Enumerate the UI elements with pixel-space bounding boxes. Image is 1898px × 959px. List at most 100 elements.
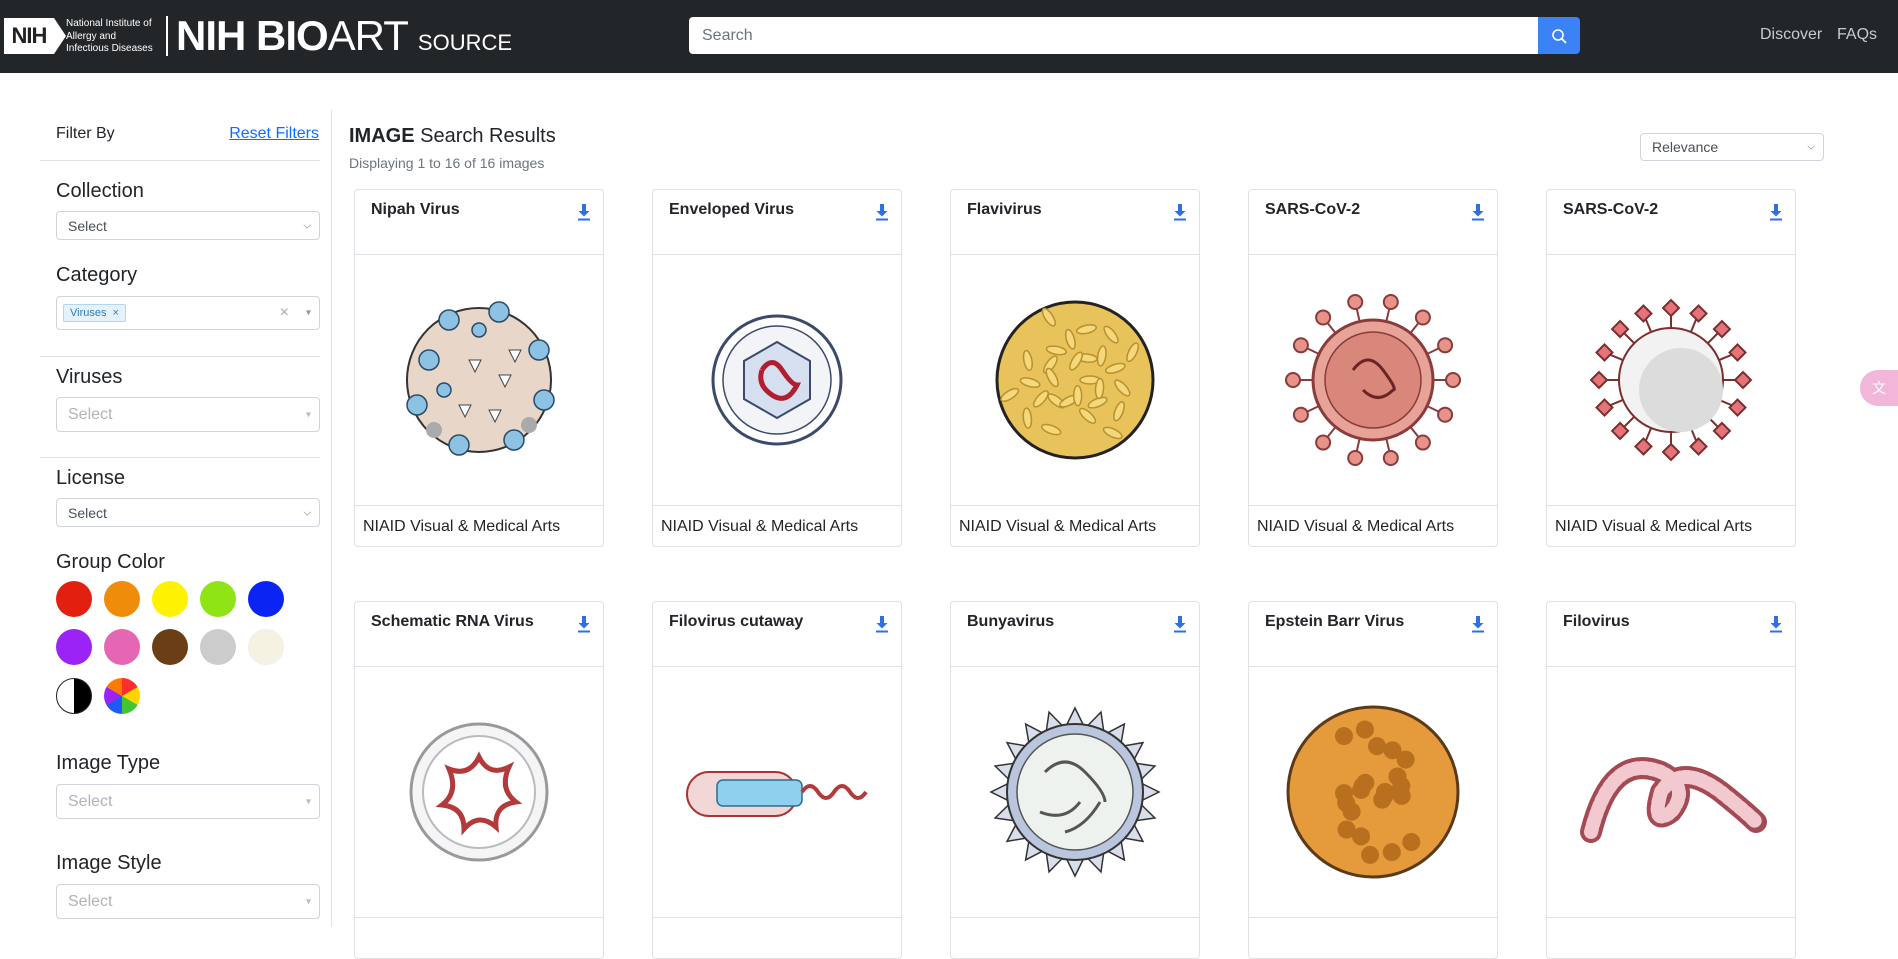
chip-label: Viruses — [70, 307, 107, 319]
color-swatch[interactable] — [104, 629, 140, 665]
search-input[interactable] — [689, 17, 1539, 54]
clear-icon[interactable]: × — [280, 304, 289, 322]
color-swatch[interactable] — [56, 629, 92, 665]
nipah-virus-icon[interactable] — [355, 255, 603, 505]
license-label: License — [56, 467, 125, 489]
result-card[interactable]: Bunyavirus — [950, 601, 1200, 959]
result-card[interactable]: Flavivirus NIAID Visual & Medical Arts — [950, 189, 1200, 547]
epstein-barr-virus-icon[interactable] — [1249, 667, 1497, 917]
card-credit: NIAID Visual & Medical Arts — [1547, 505, 1795, 546]
chip-remove-icon[interactable]: × — [112, 307, 118, 319]
nih-logo[interactable]: NIH — [4, 18, 66, 54]
niaid-name: National Institute of Allergy and Infect… — [66, 18, 166, 56]
card-title[interactable]: SARS-CoV-2 — [1563, 201, 1658, 219]
color-swatch[interactable] — [56, 581, 92, 617]
flavivirus-icon[interactable] — [951, 255, 1199, 505]
sars-cov-2-cutaway-icon[interactable] — [1249, 255, 1497, 505]
card-title[interactable]: Schematic RNA Virus — [371, 613, 534, 631]
card-credit — [1547, 917, 1795, 958]
search-button[interactable] — [1538, 17, 1580, 54]
color-swatch[interactable] — [200, 629, 236, 665]
multicolor-swatch[interactable] — [104, 678, 140, 714]
result-card[interactable]: Nipah Virus NIAID Visual & Medical Arts — [354, 189, 604, 547]
sars-cov-2-icon[interactable] — [1547, 255, 1795, 505]
color-swatch[interactable] — [152, 629, 188, 665]
download-button[interactable] — [1769, 615, 1783, 638]
color-swatch[interactable] — [248, 581, 284, 617]
sort-select[interactable]: Relevance ⌵ — [1640, 133, 1824, 161]
card-title[interactable]: Filovirus cutaway — [669, 613, 803, 631]
result-card[interactable]: Filovirus cutaway — [652, 601, 902, 959]
rna-virus-icon[interactable] — [355, 667, 603, 917]
download-icon — [1770, 616, 1782, 633]
image-style-select[interactable]: Select ▾ — [56, 884, 320, 919]
result-card[interactable]: Enveloped Virus NIAID Visual & Medical A… — [652, 189, 902, 547]
reset-filters-link[interactable]: Reset Filters — [229, 125, 319, 143]
nav-faqs[interactable]: FAQs — [1837, 26, 1877, 44]
color-swatch[interactable] — [248, 629, 284, 665]
card-credit — [653, 917, 901, 958]
result-card[interactable]: Filovirus — [1546, 601, 1796, 959]
download-button[interactable] — [1471, 203, 1485, 226]
download-button[interactable] — [1769, 203, 1783, 226]
translate-icon: 文 — [1872, 381, 1886, 397]
download-icon — [1472, 616, 1484, 633]
viruses-select[interactable]: Select ▾ — [56, 397, 320, 432]
collection-select[interactable]: Select ⌵ — [56, 211, 320, 240]
bioart-logo[interactable]: NIH BIOART SOURCE — [176, 12, 512, 60]
download-button[interactable] — [1173, 615, 1187, 638]
filovirus-cutaway-icon[interactable] — [653, 667, 901, 917]
divider — [40, 356, 320, 357]
category-select[interactable]: Viruses × × ▾ — [56, 296, 320, 330]
color-swatch[interactable] — [104, 581, 140, 617]
result-card[interactable]: Schematic RNA Virus — [354, 601, 604, 959]
chevron-down-icon[interactable]: ▾ — [306, 308, 311, 319]
color-swatch[interactable] — [152, 581, 188, 617]
license-value: Select — [68, 504, 107, 521]
card-title[interactable]: Nipah Virus — [371, 201, 460, 219]
card-title[interactable]: Bunyavirus — [967, 613, 1054, 631]
card-credit: NIAID Visual & Medical Arts — [653, 505, 901, 546]
black-white-swatch[interactable] — [56, 678, 92, 714]
results-title-bold: IMAGE — [349, 125, 415, 147]
download-icon — [578, 616, 590, 633]
color-swatch[interactable] — [200, 581, 236, 617]
filovirus-icon[interactable] — [1547, 667, 1795, 917]
card-title[interactable]: Epstein Barr Virus — [1265, 613, 1404, 631]
download-button[interactable] — [577, 615, 591, 638]
nav-discover[interactable]: Discover — [1760, 26, 1822, 44]
license-select[interactable]: Select ⌵ — [56, 498, 320, 527]
chevron-down-icon: ▾ — [305, 409, 311, 420]
card-title[interactable]: SARS-CoV-2 — [1265, 201, 1360, 219]
chevron-down-icon: ⌵ — [1807, 141, 1815, 153]
card-header: Epstein Barr Virus — [1249, 602, 1497, 667]
download-icon — [1174, 204, 1186, 221]
download-button[interactable] — [1173, 203, 1187, 226]
download-icon — [1472, 204, 1484, 221]
card-title[interactable]: Filovirus — [1563, 613, 1630, 631]
download-button[interactable] — [875, 615, 889, 638]
download-button[interactable] — [577, 203, 591, 226]
category-label: Category — [56, 264, 138, 286]
nih-logo-box: NIH — [4, 18, 54, 54]
card-header: Nipah Virus — [355, 190, 603, 255]
card-title[interactable]: Enveloped Virus — [669, 201, 794, 219]
card-header: SARS-CoV-2 — [1249, 190, 1497, 255]
results-count: Displaying 1 to 16 of 16 images — [349, 155, 545, 171]
download-button[interactable] — [875, 203, 889, 226]
result-card[interactable]: SARS-CoV-2 NIAID Visual & Medical Arts — [1546, 189, 1796, 547]
result-card[interactable]: SARS-CoV-2 NIAID Visual & Medical Arts — [1248, 189, 1498, 547]
svg-text:文: 文 — [1872, 381, 1886, 397]
image-type-select[interactable]: Select ▾ — [56, 784, 320, 819]
download-button[interactable] — [1471, 615, 1485, 638]
bunyavirus-icon[interactable] — [951, 667, 1199, 917]
result-card[interactable]: Epstein Barr Virus — [1248, 601, 1498, 959]
enveloped-virus-icon[interactable] — [653, 255, 901, 505]
card-title[interactable]: Flavivirus — [967, 201, 1042, 219]
viruses-placeholder: Select — [68, 405, 113, 423]
collection-label: Collection — [56, 180, 144, 202]
card-header: Filovirus cutaway — [653, 602, 901, 667]
card-header: Bunyavirus — [951, 602, 1199, 667]
collection-value: Select — [68, 217, 107, 234]
translate-extension-tab[interactable]: 文 — [1860, 370, 1898, 406]
